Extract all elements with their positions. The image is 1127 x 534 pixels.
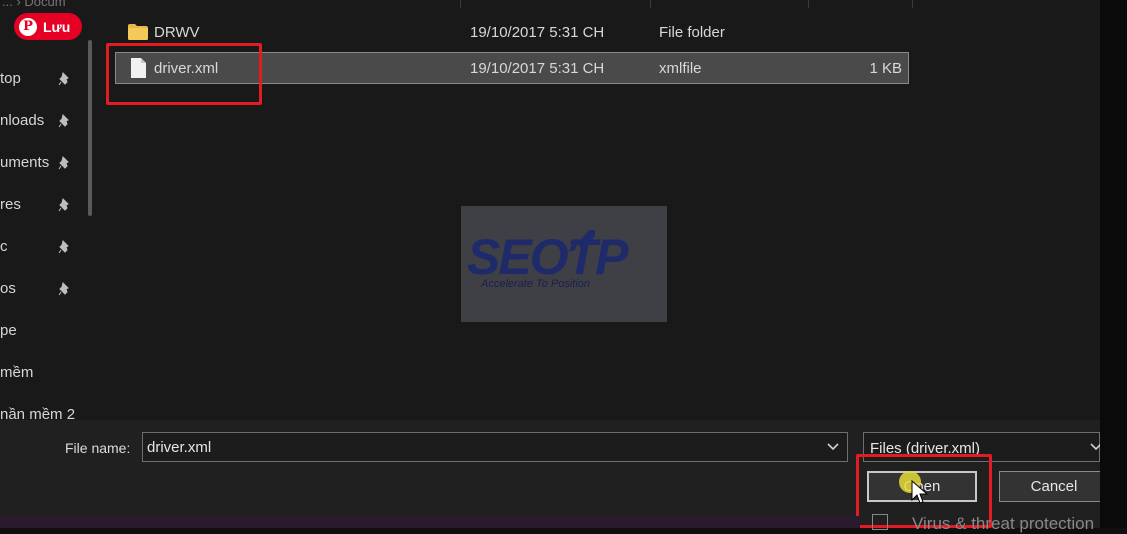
nav-item-label: c — [0, 238, 8, 255]
window-edge — [1100, 0, 1127, 528]
pin-icon — [58, 282, 69, 296]
cancel-button[interactable]: Cancel — [999, 471, 1109, 502]
taskbar-strip — [0, 516, 860, 528]
watermark-tagline: Accelerate To Position — [481, 278, 591, 290]
file-type: xmlfile — [659, 60, 702, 77]
file-size: 1 KB — [869, 60, 902, 77]
pinterest-save-button[interactable]: P Lưu — [14, 13, 82, 40]
file-date: 19/10/2017 5:31 CH — [470, 24, 605, 41]
nav-item[interactable]: pe — [0, 314, 90, 348]
nav-item-label: uments — [0, 154, 50, 171]
chevron-down-icon[interactable] — [824, 439, 842, 455]
pin-icon — [58, 240, 69, 254]
column-divider[interactable] — [460, 0, 461, 8]
file-name-label: File name: — [65, 440, 131, 456]
column-divider[interactable] — [808, 0, 809, 8]
nav-item-label: mềm — [0, 364, 34, 381]
pin-icon — [58, 72, 69, 86]
nav-item[interactable]: uments — [0, 146, 90, 180]
nav-item[interactable]: os — [0, 272, 90, 306]
nav-item[interactable]: nloads — [0, 104, 90, 138]
column-divider[interactable] — [912, 0, 913, 8]
pin-icon — [58, 156, 69, 170]
watermark-logo: SEOTP Accelerate To Position — [461, 206, 667, 322]
column-divider[interactable] — [650, 0, 651, 8]
pin-icon — [58, 198, 69, 212]
nav-item[interactable]: c — [0, 230, 90, 264]
pinterest-icon: P — [19, 17, 37, 36]
rocket-icon — [569, 230, 595, 252]
file-type: File folder — [659, 24, 725, 41]
file-date: 19/10/2017 5:31 CH — [470, 60, 605, 77]
mouse-pointer-icon — [911, 480, 929, 504]
nav-item[interactable]: top — [0, 62, 90, 96]
nav-scrollbar[interactable] — [88, 40, 92, 216]
nav-item-label: os — [0, 280, 16, 297]
nav-item[interactable]: mềm — [0, 356, 90, 390]
nav-item-label: pe — [0, 322, 17, 339]
open-file-dialog: ... › Docum top nloads uments res c os pe mềm n… — [0, 0, 1109, 533]
nav-item[interactable]: res — [0, 188, 90, 222]
background-window-text: Virus & threat protection — [912, 514, 1095, 533]
nav-item-label: res — [0, 196, 21, 213]
address-fragment: ... › Docum — [2, 0, 66, 9]
file-name: DRWV — [154, 24, 200, 41]
nav-item[interactable]: nần mềm 2 — [0, 398, 90, 420]
pin-icon — [58, 114, 69, 128]
annotation-highlight-file — [106, 43, 262, 105]
nav-item-label: nần mềm 2 — [0, 406, 76, 420]
pinterest-save-label: Lưu — [43, 18, 71, 35]
navigation-pane: ... › Docum top nloads uments res c os pe mềm n… — [0, 0, 94, 420]
folder-icon — [128, 24, 148, 40]
nav-item-label: nloads — [0, 112, 45, 129]
file-name-input[interactable] — [142, 432, 848, 462]
nav-item-label: top — [0, 70, 21, 87]
